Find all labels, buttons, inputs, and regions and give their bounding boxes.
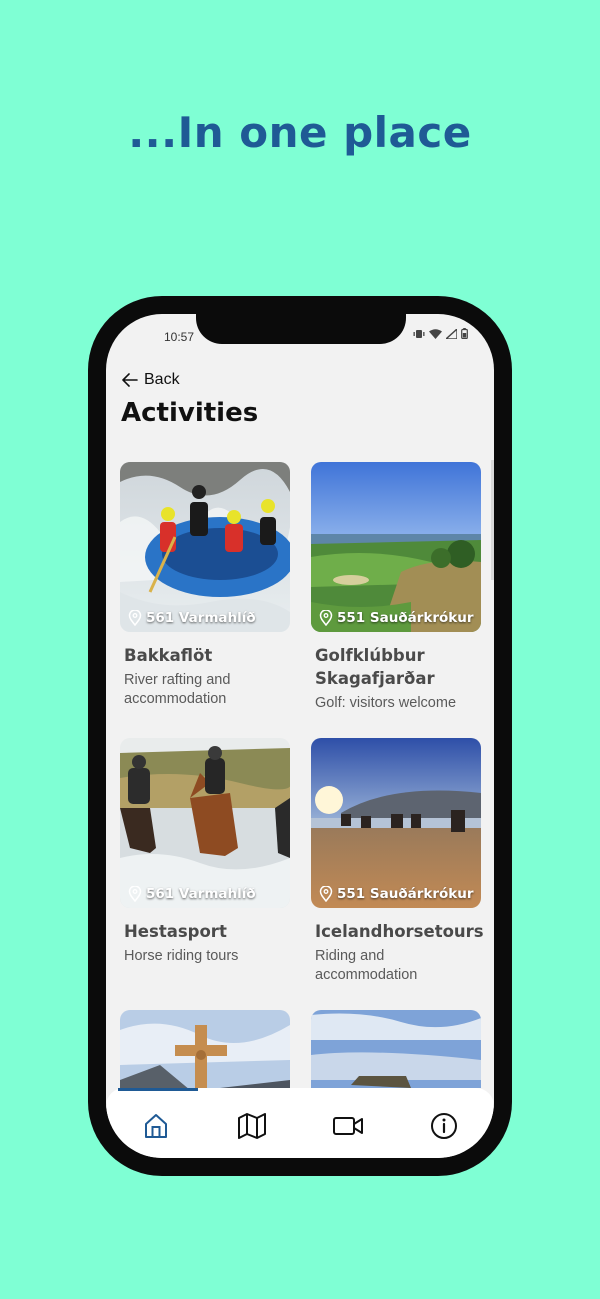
vibrate-icon: [413, 329, 425, 338]
location-label: 561 Varmahlíð: [146, 610, 256, 626]
beach-horses-photo: [311, 738, 481, 908]
battery-icon: [461, 328, 468, 339]
back-label: Back: [144, 371, 180, 388]
cross-statue-photo: [120, 1010, 290, 1088]
coastline-photo: [311, 1010, 481, 1088]
page-title: Activities: [121, 398, 259, 428]
activity-photo: 561 Varmahlíð: [120, 462, 290, 632]
horse-river-photo: [120, 738, 290, 908]
location-tag: 561 Varmahlíð: [128, 610, 256, 626]
location-tag: 551 Sauðárkrókur: [319, 886, 474, 902]
bottom-tab-bar: [106, 1088, 494, 1158]
active-tab-indicator: [118, 1088, 198, 1091]
location-pin-icon: [128, 886, 142, 902]
tab-home[interactable]: [138, 1108, 174, 1144]
location-label: 561 Varmahlíð: [146, 886, 256, 902]
tab-map[interactable]: [234, 1108, 270, 1144]
location-label: 551 Sauðárkrókur: [337, 610, 474, 626]
wifi-icon: [429, 328, 442, 339]
activity-photo: [311, 1010, 481, 1088]
location-pin-icon: [319, 610, 333, 626]
home-icon: [145, 1114, 167, 1138]
activity-photo: [120, 1010, 290, 1088]
activity-photo: 551 Sauðárkrókur: [311, 462, 481, 632]
status-time: 10:57: [164, 330, 195, 344]
map-icon: [238, 1113, 266, 1139]
activity-name: Golfklúbbur Skagafjarðar: [315, 646, 435, 688]
location-tag: 551 Sauðárkrókur: [319, 610, 474, 626]
activity-description: Golf: visitors welcome: [315, 695, 457, 711]
location-label: 551 Sauðárkrókur: [337, 886, 474, 902]
scrollbar[interactable]: [491, 460, 494, 580]
activity-card[interactable]: 561 Varmahlíð Hestasport Horse riding to…: [120, 738, 290, 966]
activities-list[interactable]: 561 Varmahlíð Bakkaflöt River rafting an…: [106, 460, 494, 1088]
back-button[interactable]: Back: [122, 371, 180, 389]
arrow-left-icon: [122, 373, 138, 387]
signal-icon: [446, 328, 457, 339]
location-tag: 561 Varmahlíð: [128, 886, 256, 902]
location-pin-icon: [319, 886, 333, 902]
activity-photo: 551 Sauðárkrókur: [311, 738, 481, 908]
activity-card[interactable]: 551 Sauðárkrókur Icelandhorsetours Ridin…: [311, 738, 484, 985]
activity-description: Riding and accommodation: [315, 948, 418, 983]
activity-description: River rafting and accommodation: [124, 672, 231, 707]
activity-card[interactable]: [311, 1010, 481, 1088]
headline: ...In one place: [128, 108, 472, 157]
activity-name: Bakkaflöt: [124, 646, 213, 665]
river-rafting-photo: [120, 462, 290, 632]
golf-course-photo: [311, 462, 481, 632]
activity-card[interactable]: 561 Varmahlíð Bakkaflöt River rafting an…: [120, 462, 290, 709]
activity-description: Horse riding tours: [124, 948, 239, 964]
tab-info[interactable]: [426, 1108, 462, 1144]
phone-notch: [196, 314, 406, 344]
activity-name: Hestasport: [124, 922, 227, 941]
info-icon: [431, 1113, 457, 1139]
tab-video[interactable]: [330, 1108, 366, 1144]
activity-photo: 561 Varmahlíð: [120, 738, 290, 908]
app-screen: 10:57 Back Activities 561 Varmahlíð Bakk…: [106, 314, 494, 1158]
status-icons: [413, 328, 468, 339]
activity-card[interactable]: 551 Sauðárkrókur Golfklúbbur Skagafjarða…: [311, 462, 481, 713]
activity-card[interactable]: [120, 1010, 290, 1088]
video-icon: [333, 1117, 363, 1135]
activity-name: Icelandhorsetours: [315, 922, 484, 941]
location-pin-icon: [128, 610, 142, 626]
